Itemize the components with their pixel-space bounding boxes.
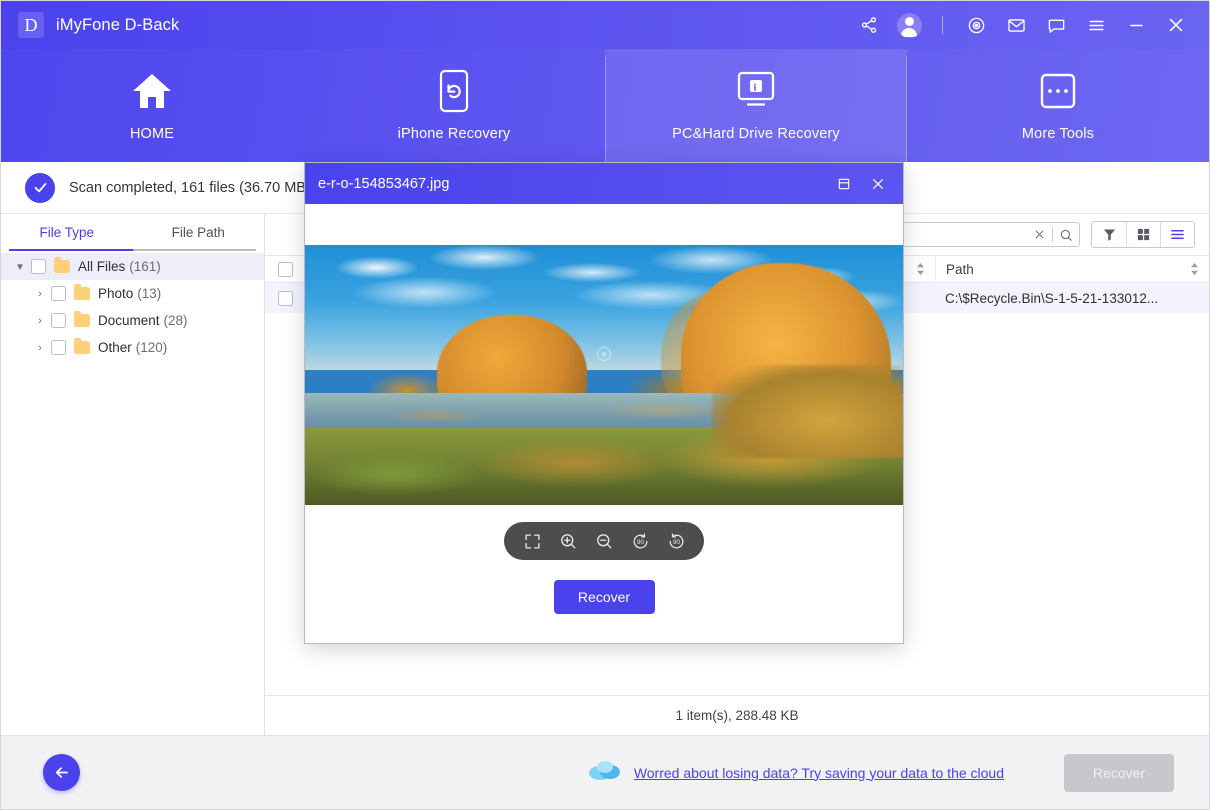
rotate-left-90-icon[interactable]: 90 (628, 529, 652, 553)
menu-icon[interactable] (1079, 8, 1113, 42)
tree-item-count: (28) (163, 313, 188, 328)
zoom-in-icon[interactable] (556, 529, 580, 553)
tree-checkbox[interactable] (51, 286, 66, 301)
nav-label-home: HOME (129, 126, 175, 142)
preview-image (305, 245, 903, 505)
footer-bar: Worred about losing data? Try saving you… (1, 735, 1209, 809)
tree-checkbox[interactable] (51, 340, 66, 355)
chevron-right-icon[interactable]: › (29, 288, 51, 300)
zoom-out-icon[interactable] (592, 529, 616, 553)
sidebar-tab-file-type[interactable]: File Type (1, 214, 133, 251)
folder-icon (74, 311, 90, 327)
rotate-right-90-icon[interactable]: 90 (664, 529, 688, 553)
recover-button[interactable]: Recover (1064, 753, 1174, 792)
select-all-checkbox[interactable] (265, 261, 305, 277)
dialog-window-controls (827, 169, 895, 199)
target-icon[interactable] (959, 8, 993, 42)
tree-item-all-files[interactable]: ▾ All Files (161) (1, 253, 264, 280)
app-window: D iMyFone D-Back HOME iPhone Recovery PC… (0, 0, 1210, 810)
image-toolbar: 90 90 (504, 522, 704, 560)
file-type-tree: ▾ All Files (161) › Photo (13) › Documen… (1, 251, 264, 361)
image-preview-dialog: e-r-o-154853467.jpg 90 90 Recover (304, 162, 904, 644)
cloud-backup-link[interactable]: Worred about losing data? Try saving you… (634, 765, 1004, 781)
list-view-icon[interactable] (1160, 222, 1194, 247)
chevron-right-icon[interactable]: › (29, 342, 51, 354)
sidebar-tab-file-path[interactable]: File Path (133, 214, 265, 251)
app-title: iMyFone D-Back (56, 15, 180, 34)
sort-arrows-icon[interactable] (916, 263, 925, 275)
dialog-body: 90 90 Recover (305, 204, 903, 645)
app-logo: D (18, 12, 44, 38)
filter-icon[interactable] (1092, 222, 1126, 247)
app-logo-letter: D (24, 14, 38, 35)
nav-label-more-tools: More Tools (1021, 126, 1095, 142)
fullscreen-icon[interactable] (520, 529, 544, 553)
window-controls (852, 8, 1193, 42)
row-checkbox[interactable] (265, 290, 305, 306)
image-watermark (597, 347, 611, 362)
nav-label-pc-hard-drive-recovery: PC&Hard Drive Recovery (672, 126, 840, 142)
monitor-recovery-icon (734, 69, 778, 113)
file-browser-sidebar: File Type File Path ▾ All Files (161) › … (1, 214, 265, 735)
column-header-path[interactable]: Path (935, 256, 1209, 282)
scan-status-text: Scan completed, 161 files (36.70 MB) h (69, 179, 323, 196)
close-icon[interactable] (861, 169, 895, 199)
tree-item-label: Other (98, 340, 132, 355)
dialog-recover-button[interactable]: Recover (553, 580, 655, 614)
clear-search-icon[interactable] (1026, 223, 1052, 246)
home-icon (131, 69, 173, 113)
tree-checkbox[interactable] (31, 259, 46, 274)
nav-tab-pc-hard-drive-recovery[interactable]: PC&Hard Drive Recovery (605, 49, 907, 162)
tree-item-label: Document (98, 313, 160, 328)
nav-tab-more-tools[interactable]: More Tools (907, 49, 1209, 162)
tree-item-count: (120) (135, 340, 168, 355)
tree-item-label: All Files (78, 259, 126, 274)
dialog-title-bar[interactable]: e-r-o-154853467.jpg (305, 163, 903, 204)
search-icon[interactable] (1053, 223, 1079, 246)
cloud-icon (588, 758, 622, 787)
tree-item-count: (161) (129, 259, 161, 274)
tree-item-count: (13) (137, 286, 162, 301)
title-bar: D iMyFone D-Back (1, 1, 1209, 49)
view-controls (1091, 221, 1195, 248)
check-circle-icon (25, 172, 55, 203)
nav-label-iphone-recovery: iPhone Recovery (397, 126, 511, 142)
dialog-filename: e-r-o-154853467.jpg (318, 175, 450, 192)
minimize-icon[interactable] (1119, 8, 1153, 42)
chat-icon[interactable] (1039, 8, 1073, 42)
tree-item-document[interactable]: › Document (28) (1, 307, 264, 334)
folder-icon (74, 284, 90, 300)
phone-refresh-icon (439, 69, 469, 113)
selection-summary: 1 item(s), 288.48 KB (265, 695, 1209, 735)
sort-arrows-icon[interactable] (1190, 263, 1199, 275)
ellipsis-box-icon (1039, 69, 1077, 113)
sidebar-tabs: File Type File Path (1, 214, 264, 251)
image-grass-right (711, 364, 903, 459)
grid-view-icon[interactable] (1126, 222, 1160, 247)
cell-path: C:\$Recycle.Bin\S-1-5-21-133012... (945, 290, 1159, 306)
cloud-backup-promo: Worred about losing data? Try saving you… (588, 758, 1004, 787)
mail-icon[interactable] (999, 8, 1033, 42)
tree-item-label: Photo (98, 286, 134, 301)
folder-icon (54, 257, 70, 273)
nav-tab-iphone-recovery[interactable]: iPhone Recovery (303, 49, 605, 162)
close-icon[interactable] (1159, 8, 1193, 42)
column-header-path-label: Path (946, 261, 974, 277)
main-navigation: HOME iPhone Recovery PC&Hard Drive Recov… (1, 49, 1209, 162)
tree-checkbox[interactable] (51, 313, 66, 328)
svg-text:90: 90 (672, 539, 680, 546)
sidebar-tab-underline (9, 249, 256, 251)
chevron-down-icon[interactable]: ▾ (9, 260, 31, 273)
share-icon[interactable] (852, 8, 886, 42)
account-avatar-icon[interactable] (892, 8, 926, 42)
tree-item-other[interactable]: › Other (120) (1, 334, 264, 361)
chevron-right-icon[interactable]: › (29, 315, 51, 327)
back-button[interactable] (43, 754, 80, 791)
nav-tab-home[interactable]: HOME (1, 49, 303, 162)
toolbar-divider (942, 16, 943, 34)
tree-item-photo[interactable]: › Photo (13) (1, 280, 264, 307)
folder-icon (74, 338, 90, 354)
maximize-icon[interactable] (827, 169, 861, 199)
svg-text:90: 90 (636, 539, 644, 546)
